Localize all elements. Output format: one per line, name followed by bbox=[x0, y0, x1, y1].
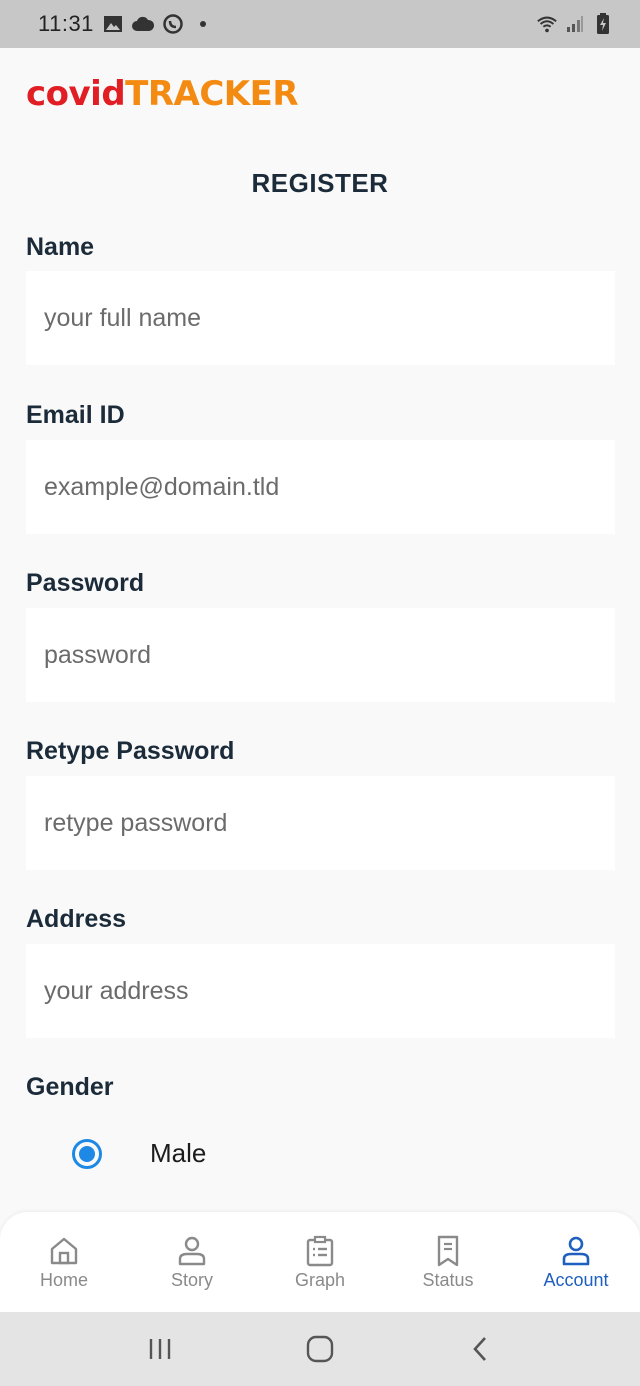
clipboard-icon bbox=[306, 1235, 334, 1266]
tab-account-label: Account bbox=[543, 1269, 609, 1290]
home-button[interactable] bbox=[300, 1329, 340, 1369]
tab-graph[interactable]: Graph bbox=[256, 1234, 384, 1291]
home-icon bbox=[50, 1237, 78, 1264]
logo-part-tracker: TRACKER bbox=[125, 74, 299, 114]
notification-dot bbox=[199, 21, 206, 27]
image-icon bbox=[102, 13, 124, 35]
back-chevron-icon bbox=[473, 1337, 486, 1361]
document-icon bbox=[437, 1235, 459, 1266]
cloud-icon bbox=[131, 13, 154, 35]
tab-home[interactable]: Home bbox=[0, 1234, 128, 1291]
retype-password-label: Retype Password bbox=[26, 737, 235, 765]
tab-home-label: Home bbox=[39, 1269, 88, 1290]
gender-option-male[interactable]: Male bbox=[72, 1138, 206, 1169]
home-circle-icon bbox=[306, 1335, 334, 1363]
status-time: 11:31 bbox=[38, 11, 94, 36]
radio-selected-dot bbox=[79, 1145, 95, 1162]
tab-story-label: Story bbox=[170, 1269, 213, 1290]
person-icon bbox=[178, 1236, 206, 1265]
tab-story[interactable]: Story bbox=[128, 1234, 256, 1291]
signal-icon bbox=[564, 13, 586, 35]
status-bar: 11:31 bbox=[0, 0, 640, 48]
page-title: REGISTER bbox=[251, 168, 389, 198]
tab-status-label: Status bbox=[422, 1269, 474, 1290]
address-label: Address bbox=[26, 905, 127, 933]
password-input[interactable] bbox=[26, 608, 615, 702]
battery-icon bbox=[592, 13, 614, 35]
logo-part-covid: covid bbox=[26, 74, 126, 114]
male-radio-label[interactable]: Male bbox=[150, 1138, 206, 1169]
app-logo: covidTRACKER bbox=[26, 74, 299, 114]
email-input[interactable] bbox=[26, 440, 615, 534]
whatsapp-icon bbox=[162, 13, 184, 35]
retype-password-input[interactable] bbox=[26, 776, 615, 870]
tab-status[interactable]: Status bbox=[384, 1234, 512, 1291]
name-input[interactable] bbox=[26, 271, 615, 365]
password-label: Password bbox=[26, 569, 145, 597]
male-radio[interactable] bbox=[72, 1138, 102, 1169]
system-navigation-bar bbox=[0, 1312, 640, 1386]
recent-apps-icon bbox=[149, 1339, 171, 1359]
tab-account[interactable]: Account bbox=[512, 1234, 640, 1291]
recent-apps-button[interactable] bbox=[140, 1329, 180, 1369]
address-input[interactable] bbox=[26, 944, 615, 1038]
wifi-icon bbox=[536, 13, 558, 35]
tab-graph-label: Graph bbox=[294, 1269, 346, 1290]
gender-label: Gender bbox=[26, 1073, 114, 1101]
name-label: Name bbox=[26, 233, 95, 261]
bottom-tab-bar: Home Story Graph Status Account bbox=[0, 1212, 640, 1312]
email-label: Email ID bbox=[26, 401, 125, 429]
account-icon bbox=[562, 1236, 590, 1265]
back-button[interactable] bbox=[460, 1329, 500, 1369]
